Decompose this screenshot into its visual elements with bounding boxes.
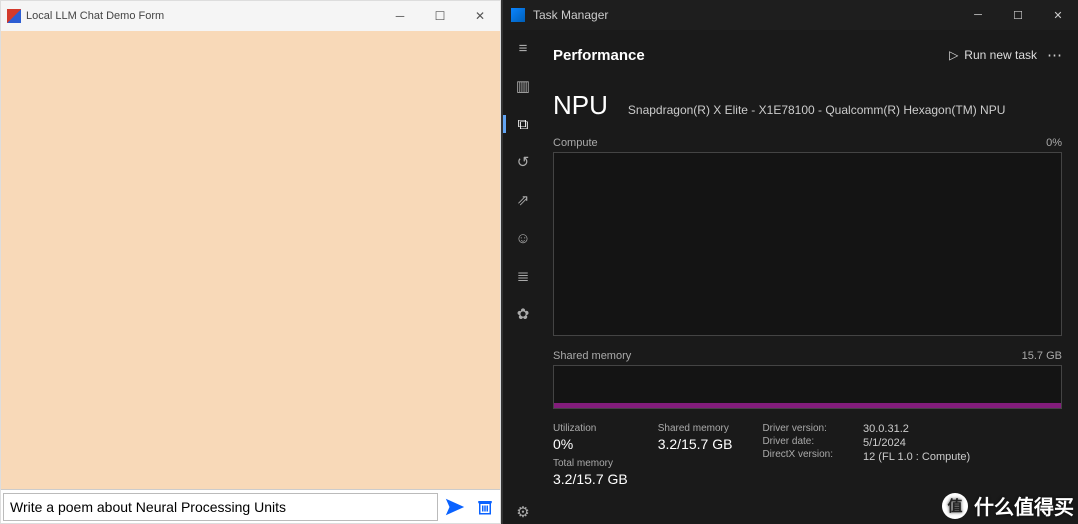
tab-users[interactable]: ☺: [509, 226, 537, 250]
drvdate-label: Driver date:: [762, 436, 833, 447]
settings-icon[interactable]: ⚙: [509, 500, 537, 524]
stats-grid: Utilization 0% Total memory 3.2/15.7 GB …: [553, 423, 1062, 487]
window-buttons: ─ ☐ ✕: [958, 0, 1078, 30]
shared-memory-graph: [553, 365, 1062, 409]
drvver-label: Driver version:: [762, 423, 833, 434]
watermark: 值 什么值得买: [942, 491, 1074, 520]
titlebar[interactable]: Task Manager ─ ☐ ✕: [503, 0, 1078, 30]
chat-output: [1, 31, 500, 489]
tab-performance[interactable]: ⧉: [509, 112, 537, 136]
more-options-icon[interactable]: ⋯: [1047, 46, 1062, 64]
tab-services[interactable]: ✿: [509, 302, 537, 326]
run-new-task-button[interactable]: ▷ Run new task: [949, 48, 1037, 62]
app-icon: [511, 8, 525, 22]
dxver-label: DirectX version:: [762, 449, 833, 460]
clear-button[interactable]: [470, 492, 500, 522]
compute-graph: [553, 152, 1062, 336]
npu-subtitle: Snapdragon(R) X Elite - X1E78100 - Qualc…: [628, 103, 1005, 117]
drvver-value: 30.0.31.2: [863, 423, 970, 435]
util-label: Utilization: [553, 423, 628, 434]
run-icon: ▷: [949, 48, 958, 62]
tab-startup[interactable]: ⇗: [509, 188, 537, 212]
shared-mem-max: 15.7 GB: [1022, 350, 1062, 362]
npu-title: NPU: [553, 90, 608, 121]
compute-max: 0%: [1046, 137, 1062, 149]
window-title-text: Task Manager: [533, 8, 608, 22]
hamburger-icon[interactable]: ≡: [509, 36, 537, 60]
maximize-button[interactable]: ☐: [420, 1, 460, 31]
tab-title: Performance: [553, 47, 645, 64]
totmem-value: 3.2/15.7 GB: [553, 471, 628, 487]
tab-details[interactable]: ≣: [509, 264, 537, 288]
chat-input[interactable]: [3, 493, 438, 521]
minimize-button[interactable]: ─: [958, 0, 998, 30]
stats-col-1: Utilization 0% Total memory 3.2/15.7 GB: [553, 423, 628, 487]
sidebar: ≡ ▥ ⧉ ↺ ⇗ ☺ ≣ ✿ ⚙: [503, 30, 543, 524]
run-new-label: Run new task: [964, 48, 1037, 62]
maximize-button[interactable]: ☐: [998, 0, 1038, 30]
task-manager-body: ≡ ▥ ⧉ ↺ ⇗ ☺ ≣ ✿ ⚙ Performance ▷ Run new …: [503, 30, 1078, 524]
panel-header: Performance ▷ Run new task ⋯: [553, 38, 1062, 72]
drvdate-value: 5/1/2024: [863, 437, 970, 449]
task-manager-window: Task Manager ─ ☐ ✕ ≡ ▥ ⧉ ↺ ⇗ ☺ ≣ ✿ ⚙ Per…: [503, 0, 1078, 524]
trash-icon: [476, 497, 494, 517]
send-button[interactable]: [440, 492, 470, 522]
stats-col-4: 30.0.31.2 5/1/2024 12 (FL 1.0 : Compute): [863, 423, 970, 487]
app-icon: [7, 9, 21, 23]
window-title-text: Local LLM Chat Demo Form: [26, 10, 164, 22]
send-icon: [444, 496, 466, 518]
window-title: Task Manager: [511, 8, 608, 22]
npu-heading: NPU Snapdragon(R) X Elite - X1E78100 - Q…: [553, 90, 1062, 121]
totmem-label: Total memory: [553, 458, 628, 469]
shared-memory-fill: [554, 403, 1061, 408]
input-bar: [1, 489, 500, 523]
close-button[interactable]: ✕: [460, 1, 500, 31]
watermark-text: 什么值得买: [974, 491, 1074, 520]
shared-mem-label: Shared memory: [553, 350, 631, 362]
shmem-label: Shared memory: [658, 423, 733, 434]
compute-label: Compute: [553, 137, 598, 149]
tab-processes[interactable]: ▥: [509, 74, 537, 98]
shmem-value: 3.2/15.7 GB: [658, 436, 733, 452]
main-panel: Performance ▷ Run new task ⋯ NPU Snapdra…: [543, 30, 1078, 524]
stats-col-3: Driver version: Driver date: DirectX ver…: [762, 423, 833, 487]
minimize-button[interactable]: ─: [380, 1, 420, 31]
window-buttons: ─ ☐ ✕: [380, 1, 500, 31]
dxver-value: 12 (FL 1.0 : Compute): [863, 451, 970, 463]
titlebar[interactable]: Local LLM Chat Demo Form ─ ☐ ✕: [1, 1, 500, 31]
window-title: Local LLM Chat Demo Form: [7, 9, 164, 23]
compute-graph-block: Compute 0% Shared memory 15.7 GB: [553, 137, 1062, 409]
close-button[interactable]: ✕: [1038, 0, 1078, 30]
tab-app-history[interactable]: ↺: [509, 150, 537, 174]
stats-col-2: Shared memory 3.2/15.7 GB: [658, 423, 733, 487]
llm-chat-window: Local LLM Chat Demo Form ─ ☐ ✕: [0, 0, 501, 524]
util-value: 0%: [553, 436, 628, 452]
watermark-badge: 值: [942, 493, 968, 519]
